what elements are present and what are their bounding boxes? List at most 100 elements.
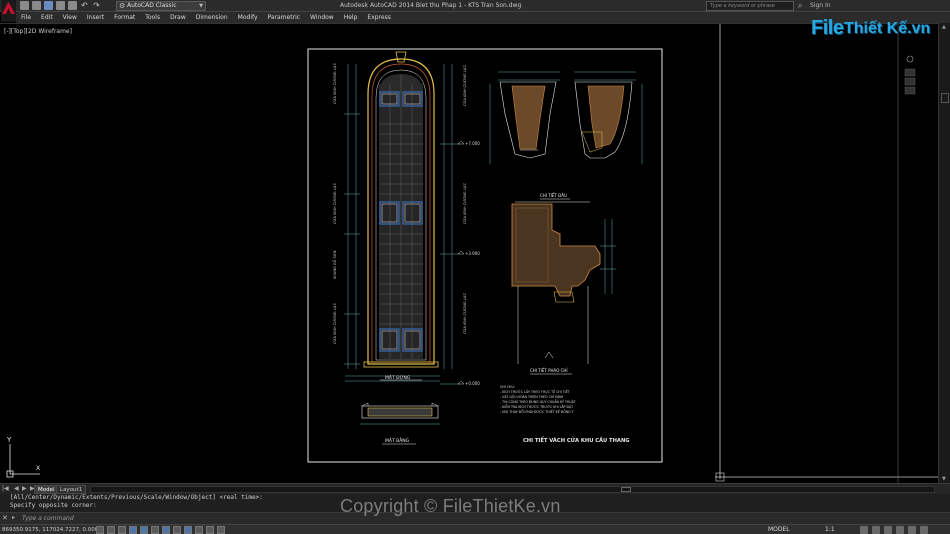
open-file-icon[interactable]	[32, 1, 41, 10]
save-icon[interactable]	[44, 1, 53, 10]
ucs-icon: Y X	[6, 436, 40, 478]
level-label-3: +0.000	[465, 381, 480, 386]
status-bar: 869350.9175, 117024.7227, 0.0000 MODEL 1…	[0, 524, 950, 534]
lock-icon[interactable]	[884, 526, 892, 534]
isolate-objects-icon[interactable]	[908, 526, 916, 534]
transparency-toggle-icon[interactable]	[206, 526, 214, 534]
detail-head-drawing: CHI TIẾT ĐẦU	[489, 71, 643, 200]
next-tab-icon[interactable]: ▶	[22, 484, 27, 494]
navigation-wheel-icon	[906, 55, 914, 63]
level-label-1: +7.000	[465, 141, 480, 146]
osnap-toggle-icon[interactable]	[140, 526, 148, 534]
plan-drawing: MẶT BẰNG	[360, 402, 440, 445]
search-input[interactable]: Type a keyword or phrase	[706, 1, 794, 11]
svg-text:X: X	[36, 465, 40, 472]
workspace-value: AutoCAD Classic	[127, 2, 177, 9]
svg-text:- KIỂM TRA KÍCH THƯỚC TRƯỚC KH: - KIỂM TRA KÍCH THƯỚC TRƯỚC KHI LẮP ĐẶT	[500, 404, 573, 409]
window-title: Autodesk AutoCAD 2014 Biet thu Phap 1 - …	[340, 2, 522, 9]
tab-layout1[interactable]: Layout1	[56, 485, 87, 494]
menu-window[interactable]: Window	[305, 12, 339, 23]
undo-icon[interactable]: ↶	[80, 1, 89, 10]
ortho-toggle-icon[interactable]	[118, 526, 126, 534]
notes-block: GHI CHÚ: - KÍCH THƯỚC LẤY THEO THỰC TẾ C…	[500, 384, 576, 414]
main-title: CHI TIẾT VÁCH CỬA KHU CẦU THANG	[523, 435, 630, 444]
elevation-drawing: CỬA KÍNH CƯỜNG LỰC CỬA KÍNH CƯỜNG LỰC KH…	[332, 51, 480, 386]
redo-icon[interactable]: ↷	[92, 1, 101, 10]
horizontal-scrollbar[interactable]	[90, 486, 935, 493]
detail-head-title: CHI TIẾT ĐẦU	[540, 192, 567, 198]
menu-dimension[interactable]: Dimension	[191, 12, 233, 23]
chevron-down-icon: ▼	[199, 3, 203, 9]
menu-modify[interactable]: Modify	[233, 12, 263, 23]
elevation-title: MẶT ĐỨNG	[385, 374, 411, 381]
scroll-down-icon[interactable]: ▼	[942, 476, 946, 482]
plan-title: MẶT BẰNG	[385, 436, 410, 444]
tab-model[interactable]: Model	[34, 485, 59, 494]
clean-screen-icon[interactable]	[920, 526, 928, 534]
vertical-scrollbar[interactable]: ▲ ▼	[938, 23, 950, 483]
notes-heading: GHI CHÚ:	[500, 384, 515, 389]
copyright-watermark: Copyright © FileThietKe.vn	[340, 496, 561, 516]
3d-osnap-toggle-icon[interactable]	[151, 526, 159, 534]
cad-drawing: CỬA KÍNH CƯỜNG LỰC CỬA KÍNH CƯỜNG LỰC KH…	[6, 24, 938, 484]
detail-cornice-drawing: CHI TIẾT PHÀO CHỈ	[511, 201, 616, 375]
command-prompt-icon[interactable]: ▸	[12, 514, 15, 521]
detail-cornice-title: CHI TIẾT PHÀO CHỈ	[530, 367, 568, 373]
scroll-thumb[interactable]	[621, 487, 631, 492]
snap-toggle-icon[interactable]	[96, 526, 104, 534]
drawing-canvas[interactable]: [-][Top][2D Wireframe] CỬA KÍNH CƯỜNG LỰ…	[0, 23, 938, 484]
quick-properties-toggle-icon[interactable]	[217, 526, 225, 534]
lineweight-toggle-icon[interactable]	[195, 526, 203, 534]
svg-text:KHUNG GỖ SƠN: KHUNG GỖ SƠN	[332, 250, 337, 279]
workspace-switch-icon[interactable]	[872, 526, 880, 534]
annotation-scale[interactable]: 1:1	[825, 525, 835, 534]
svg-text:- VẬT LIỆU HOÀN THIỆN THEO CHỈ: - VẬT LIỆU HOÀN THIỆN THEO CHỈ ĐỊNH	[500, 394, 564, 399]
menu-help[interactable]: Help	[339, 12, 363, 23]
menu-file[interactable]: File	[16, 12, 36, 23]
logo-file-text: File	[811, 17, 844, 39]
layout-tabs-bar: |◀ ◀ ▶ ▶| Model Layout1	[0, 483, 950, 494]
menu-bar: File Edit View Insert Format Tools Draw …	[16, 12, 950, 23]
autocad-logo-icon[interactable]	[1, 0, 16, 22]
search-icon[interactable]: ⌕	[798, 1, 802, 11]
grid-toggle-icon[interactable]	[107, 526, 115, 534]
menu-tools[interactable]: Tools	[140, 12, 165, 23]
scroll-thumb[interactable]	[941, 93, 949, 103]
level-label-2: +3.900	[465, 251, 480, 256]
svg-text:CỬA KÍNH CƯỜNG LỰC: CỬA KÍNH CƯỜNG LỰC	[462, 64, 467, 106]
dyn-toggle-icon[interactable]	[184, 526, 192, 534]
svg-text:CỬA KÍNH CƯỜNG LỰC: CỬA KÍNH CƯỜNG LỰC	[332, 302, 337, 344]
menu-edit[interactable]: Edit	[36, 12, 58, 23]
scroll-up-icon[interactable]: ▲	[942, 24, 946, 30]
polar-toggle-icon[interactable]	[129, 526, 137, 534]
save-as-icon[interactable]	[56, 1, 65, 10]
svg-text:CỬA KÍNH CƯỜNG LỰC: CỬA KÍNH CƯỜNG LỰC	[332, 62, 337, 104]
gear-icon: ⚙	[119, 2, 126, 10]
sign-in-link[interactable]: Sign In	[810, 0, 831, 12]
annotation-visibility-icon[interactable]	[860, 526, 868, 534]
menu-parametric[interactable]: Parametric	[263, 12, 306, 23]
prev-tab-icon[interactable]: ◀	[14, 484, 19, 494]
print-icon[interactable]	[68, 1, 77, 10]
svg-text:- THI CÔNG THEO ĐÚNG QUY CHUẨN: - THI CÔNG THEO ĐÚNG QUY CHUẨN KỸ THUẬT	[500, 399, 576, 404]
menu-insert[interactable]: Insert	[82, 12, 109, 23]
coordinate-readout[interactable]: 869350.9175, 117024.7227, 0.0000	[2, 525, 102, 534]
menu-view[interactable]: View	[58, 12, 82, 23]
model-space-button[interactable]: MODEL	[768, 525, 790, 534]
svg-text:CỬA KÍNH CƯỜNG LỰC: CỬA KÍNH CƯỜNG LỰC	[462, 182, 467, 224]
hardware-acceleration-icon[interactable]	[896, 526, 904, 534]
svg-text:Y: Y	[6, 436, 12, 444]
first-tab-icon[interactable]: |◀	[2, 484, 9, 494]
drafting-toggles	[96, 526, 225, 534]
menu-format[interactable]: Format	[109, 12, 140, 23]
ducs-toggle-icon[interactable]	[173, 526, 181, 534]
title-bar: ↶ ↷ ⚙ AutoCAD Classic ▼ Autodesk AutoCAD…	[0, 0, 950, 22]
svg-text:CỬA KÍNH CƯỜNG LỰC: CỬA KÍNH CƯỜNG LỰC	[462, 292, 467, 334]
menu-draw[interactable]: Draw	[165, 12, 191, 23]
workspace-dropdown[interactable]: ⚙ AutoCAD Classic ▼	[116, 1, 206, 11]
menu-express[interactable]: Express	[362, 12, 395, 23]
status-right-icons	[860, 526, 928, 534]
close-icon[interactable]: ✕	[2, 514, 8, 522]
new-file-icon[interactable]	[20, 1, 29, 10]
otrack-toggle-icon[interactable]	[162, 526, 170, 534]
